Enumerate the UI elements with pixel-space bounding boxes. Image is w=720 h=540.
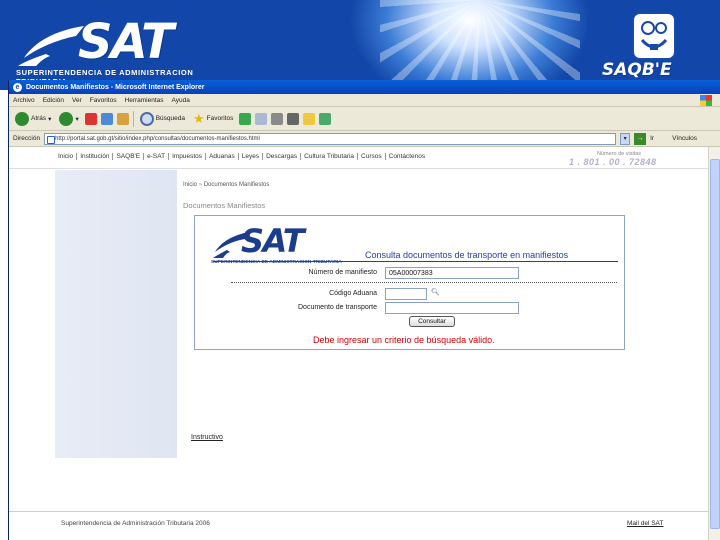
ie-icon: e [13,82,22,92]
menu-ayuda[interactable]: Ayuda [172,97,190,104]
nav-aduanas[interactable]: Aduanas [206,153,239,160]
folder-icon[interactable] [303,112,316,125]
menu-favoritos[interactable]: Favoritos [90,97,117,104]
stop-icon[interactable] [84,112,97,125]
search-icon [139,111,154,126]
menu-bar: Archivo Edición Ver Favoritos Herramient… [9,94,720,107]
code-label: Código Aduana [329,290,377,297]
breadcrumb-separator: » [198,182,203,188]
footer-divider [9,511,709,512]
form-logo-text: SAT [241,222,305,260]
nav-institucion[interactable]: Institución [77,153,114,160]
windows-logo-icon [700,95,712,106]
address-input[interactable]: http://portal.sat.gob.gt/sitio/index.php… [44,132,617,145]
forward-button[interactable]: ▾ [57,111,80,126]
nav-esat[interactable]: e-SAT [144,153,170,160]
page-title: Documentos Manifiestos [183,201,266,210]
nav-saqbe[interactable]: SAQB'E [113,153,145,160]
address-label: Dirección [13,135,41,142]
menu-ver[interactable]: Ver [72,97,82,104]
vertical-scrollbar[interactable] [708,147,720,540]
back-button[interactable]: Atrás ▾ [13,111,53,126]
nav-cultura[interactable]: Cultura Tributaria [301,153,359,160]
breadcrumb: Inicio » Documentos Manifiestos [183,182,269,188]
form-sat-logo: SAT SUPERINTENDENCIA DE ADMINISTRACION T… [211,222,361,270]
nav-contactenos[interactable]: Contáctenos [386,153,429,160]
saqbe-logo: SAQB'E [602,12,706,82]
favorites-label: Favoritos [206,115,234,122]
scrollbar-thumb[interactable] [710,159,720,529]
saqbe-glyph-icon [632,12,676,60]
menu-edicion[interactable]: Edición [43,97,64,104]
nav-inicio[interactable]: Inicio [55,153,78,160]
instructions-link[interactable]: Instructivo [191,434,223,441]
sat-logo: SAT SUPERINTENDENCIA DE ADMINISTRACION T… [16,10,231,86]
history-icon[interactable] [239,112,252,125]
footer-copyright: Superintendencia de Administración Tribu… [61,520,210,527]
toolbar-separator [132,110,134,127]
address-dropdown-icon[interactable]: ▾ [620,132,631,145]
form-title-rule [213,261,618,262]
title-bar: e Documentos Manifiestos - Microsoft Int… [9,80,720,94]
consultar-button[interactable]: Consultar [409,316,455,327]
code-input[interactable] [385,288,427,300]
print-icon[interactable] [271,112,284,125]
go-arrow-icon[interactable]: → [634,132,647,145]
forward-arrow-icon [59,111,74,126]
visit-counter: 1 . 801 . 00 . 72848 [569,157,657,167]
nav-descargas[interactable]: Descargas [263,153,302,160]
back-dropdown-icon[interactable]: ▾ [48,115,51,123]
mail-icon[interactable] [255,112,268,125]
toolbar: Atrás ▾ ▾ Búsqueda ★ Favoritos [9,107,720,131]
sat-swoosh-icon [18,26,84,66]
manifest-label: Número de manifiesto [308,269,377,276]
query-panel: SAT SUPERINTENDENCIA DE ADMINISTRACION T… [194,215,625,350]
breadcrumb-home[interactable]: Inicio [183,182,197,188]
nav-impuestos[interactable]: Impuestos [169,153,207,160]
home-icon[interactable] [116,112,129,125]
search-button[interactable]: Búsqueda [138,111,187,126]
refresh-icon[interactable] [100,112,113,125]
links-label[interactable]: Vínculos [672,135,697,142]
nav-cursos[interactable]: Cursos [358,153,386,160]
left-sidebar [55,170,177,458]
forward-dropdown-icon[interactable]: ▾ [75,115,78,123]
form-divider [231,282,617,283]
nav-leyes[interactable]: Leyes [239,153,264,160]
slide-banner: SAT SUPERINTENDENCIA DE ADMINISTRACION T… [0,0,720,90]
page-viewport: Inicio Institución SAQB'E e-SAT Impuesto… [9,147,709,540]
back-arrow-icon [15,111,29,126]
error-message: Debe ingresar un criterio de búsqueda vá… [313,335,495,345]
messenger-icon[interactable] [319,112,332,125]
form-title: Consulta documentos de transporte en man… [365,250,569,260]
search-label: Búsqueda [155,115,185,122]
address-bar: Dirección http://portal.sat.gob.gt/sitio… [9,131,720,147]
window-title: Documentos Manifiestos - Microsoft Inter… [26,83,205,91]
menu-herramientas[interactable]: Herramientas [125,97,164,104]
star-icon: ★ [192,110,205,126]
edit-icon[interactable] [287,112,300,125]
sat-logo-text: SAT [78,14,174,70]
breadcrumb-current: Documentos Manifiestos [203,182,270,188]
transport-input[interactable] [385,302,519,314]
back-label: Atrás [31,115,47,122]
browser-window: e Documentos Manifiestos - Microsoft Int… [8,80,720,540]
manifest-input[interactable] [385,267,519,279]
go-button[interactable]: Ir [650,135,654,142]
site-navbar: Inicio Institución SAQB'E e-SAT Impuesto… [9,147,709,169]
footer-mail-link[interactable]: Mail del SAT [627,520,663,527]
saqbe-logo-text: SAQB'E [602,60,672,80]
magnifier-icon[interactable]: 🔍︎ [431,288,440,296]
favorites-button[interactable]: ★ Favoritos [191,111,235,127]
menu-archivo[interactable]: Archivo [13,97,35,104]
transport-label: Documento de transporte [298,304,377,311]
